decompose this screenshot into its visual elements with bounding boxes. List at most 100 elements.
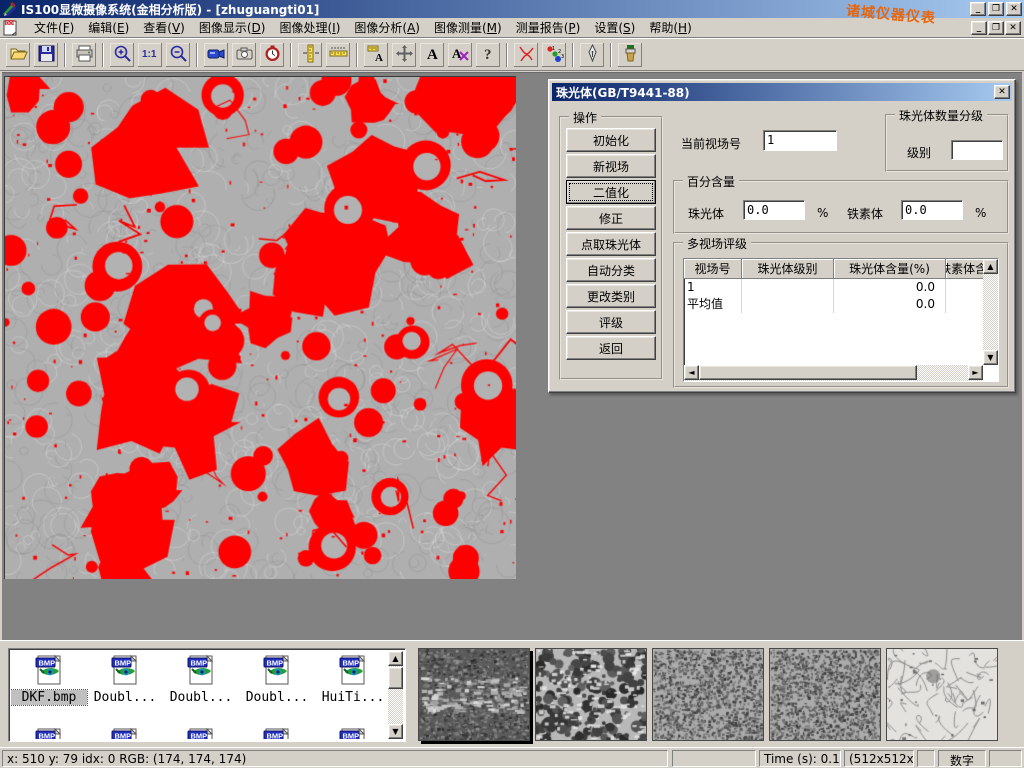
table-column-header-2[interactable]: 珠光体含量(%) (834, 259, 946, 279)
spline-button[interactable] (513, 42, 539, 68)
minimize-button[interactable]: _ (970, 2, 986, 16)
thumbnail-3[interactable] (769, 648, 881, 741)
menu-item-5[interactable]: 图像分析(A) (347, 17, 427, 38)
capture-icon (235, 44, 254, 66)
pearlite-percent-input[interactable]: 0.0 (743, 200, 805, 220)
op-button-3[interactable]: 修正 (566, 206, 656, 230)
mdi-restore-button[interactable]: ❐ (988, 21, 1004, 35)
op-button-0[interactable]: 初始化 (566, 128, 656, 152)
time-status: Time (s): 0.113 (759, 750, 841, 767)
video-camera-button[interactable] (203, 42, 229, 68)
filelist-scroll-down-icon[interactable]: ▼ (388, 724, 403, 739)
file-item-3[interactable]: BMPDoubl... (239, 654, 315, 705)
close-button[interactable]: ✕ (1006, 2, 1022, 16)
table-row-0[interactable]: 10.0 (684, 279, 998, 296)
pen-button[interactable] (579, 42, 605, 68)
measure-label-button[interactable]: A (363, 42, 389, 68)
empty-status-panel (672, 750, 756, 767)
thumbnail-4[interactable] (886, 648, 998, 741)
filelist-scroll-up-icon[interactable]: ▲ (388, 651, 403, 666)
dialog-title-bar: 珠光体(GB/T9441-88) ✕ (552, 83, 1012, 101)
file-item-2[interactable]: BMPDoubl... (163, 654, 239, 705)
op-button-7[interactable]: 评级 (566, 310, 656, 334)
menu-item-4[interactable]: 图像处理(I) (272, 17, 347, 38)
table-row-1[interactable]: 平均值0.0 (684, 296, 998, 313)
pearlite-dialog: 珠光体(GB/T9441-88) ✕ 操作 初始化新视场二值化修正点取珠光体自动… (548, 79, 1016, 393)
thumbnail-2[interactable] (652, 648, 764, 741)
filelist-vertical-scrollbar[interactable]: ▲ ▼ (388, 651, 403, 739)
capture-button[interactable] (231, 42, 257, 68)
table-horizontal-scrollbar[interactable]: ◄ ► (684, 365, 983, 381)
current-field-input[interactable]: 1 (763, 130, 837, 151)
table-vertical-scrollbar[interactable]: ▲ ▼ (983, 259, 998, 365)
rating-table: 视场号珠光体级别珠光体含量(%)铁素体含量(%) 10.0平均值0.0 ▲ ▼ … (683, 258, 999, 382)
help-button[interactable]: ? (475, 42, 501, 68)
grading-group: 珠光体数量分级 级别 (885, 114, 1009, 172)
scroll-up-icon[interactable]: ▲ (983, 259, 998, 274)
workspace: 珠光体(GB/T9441-88) ✕ 操作 初始化新视场二值化修正点取珠光体自动… (2, 72, 1022, 640)
filelist-scrollbar-thumb[interactable] (388, 667, 403, 689)
zoom-out-button[interactable] (165, 42, 191, 68)
mdi-minimize-button[interactable]: _ (971, 21, 987, 35)
zoom-in-icon (113, 44, 132, 66)
save-button[interactable] (33, 42, 59, 68)
text-button[interactable]: A (419, 42, 445, 68)
op-button-4[interactable]: 点取珠光体 (566, 232, 656, 256)
caliper-button[interactable] (297, 42, 323, 68)
print-button[interactable] (71, 42, 97, 68)
file-item-row2-4[interactable]: BMP (315, 727, 388, 739)
menu-item-8[interactable]: 设置(S) (587, 17, 642, 38)
file-name: DKF.bmp (11, 690, 87, 705)
spline-icon (517, 44, 536, 66)
file-item-row2-2[interactable]: BMP (163, 727, 239, 739)
menu-item-9[interactable]: 帮助(H) (642, 17, 698, 38)
file-item-row2-0[interactable]: BMP (11, 727, 87, 739)
dialog-close-icon[interactable]: ✕ (994, 85, 1010, 99)
file-item-row2-1[interactable]: BMP (87, 727, 163, 739)
actual-size-button[interactable]: 1:1 (137, 42, 163, 68)
level-input[interactable] (951, 140, 1003, 160)
op-button-6[interactable]: 更改类别 (566, 284, 656, 308)
scrollbar-thumb[interactable] (699, 365, 917, 380)
thumbnail-1[interactable] (535, 648, 647, 741)
open-button[interactable] (5, 42, 31, 68)
mdi-close-button[interactable]: ✕ (1005, 21, 1021, 35)
menu-item-6[interactable]: 图像测量(M) (427, 17, 509, 38)
menu-item-1[interactable]: 编辑(E) (81, 17, 136, 38)
op-button-1[interactable]: 新视场 (566, 154, 656, 178)
metallographic-image[interactable] (4, 76, 516, 579)
restore-button[interactable]: ❐ (988, 2, 1004, 16)
op-button-5[interactable]: 自动分类 (566, 258, 656, 282)
text-delete-button[interactable]: A (447, 42, 473, 68)
ruler-button[interactable] (325, 42, 351, 68)
pan-button[interactable] (391, 42, 417, 68)
ferrite-percent-input[interactable]: 0.0 (901, 200, 963, 220)
file-item-row2-3[interactable]: BMP (239, 727, 315, 739)
timer-button[interactable] (259, 42, 285, 68)
table-column-header-1[interactable]: 珠光体级别 (742, 259, 834, 279)
svg-text:BMP: BMP (38, 659, 55, 668)
scroll-right-icon[interactable]: ► (968, 365, 983, 380)
scroll-left-icon[interactable]: ◄ (684, 365, 699, 380)
zoom-in-button[interactable] (109, 42, 135, 68)
op-button-8[interactable]: 返回 (566, 336, 656, 360)
file-item-4[interactable]: BMPHuiTi... (315, 654, 388, 705)
svg-text:BMP: BMP (266, 659, 283, 668)
scroll-down-icon[interactable]: ▼ (983, 350, 998, 365)
thumbnail-0[interactable] (418, 648, 530, 741)
file-item-0[interactable]: BMP DKF.bmp (11, 654, 87, 705)
bmp-file-icon: BMP (315, 654, 388, 690)
table-column-header-0[interactable]: 视场号 (684, 259, 742, 279)
menu-item-0[interactable]: 文件(F) (27, 17, 81, 38)
pen-icon (583, 44, 602, 66)
menu-item-3[interactable]: 图像显示(D) (192, 17, 273, 38)
count-points-button[interactable]: 123 (541, 42, 567, 68)
brush-button[interactable] (617, 42, 643, 68)
menu-item-2[interactable]: 查看(V) (136, 17, 192, 38)
percent-group-label: 百分含量 (683, 173, 739, 190)
bmp-file-icon: BMP (163, 727, 239, 739)
svg-text:BMP: BMP (266, 732, 283, 740)
menu-item-7[interactable]: 测量报告(P) (509, 17, 588, 38)
op-button-2[interactable]: 二值化 (566, 180, 656, 204)
file-item-1[interactable]: BMPDoubl... (87, 654, 163, 705)
